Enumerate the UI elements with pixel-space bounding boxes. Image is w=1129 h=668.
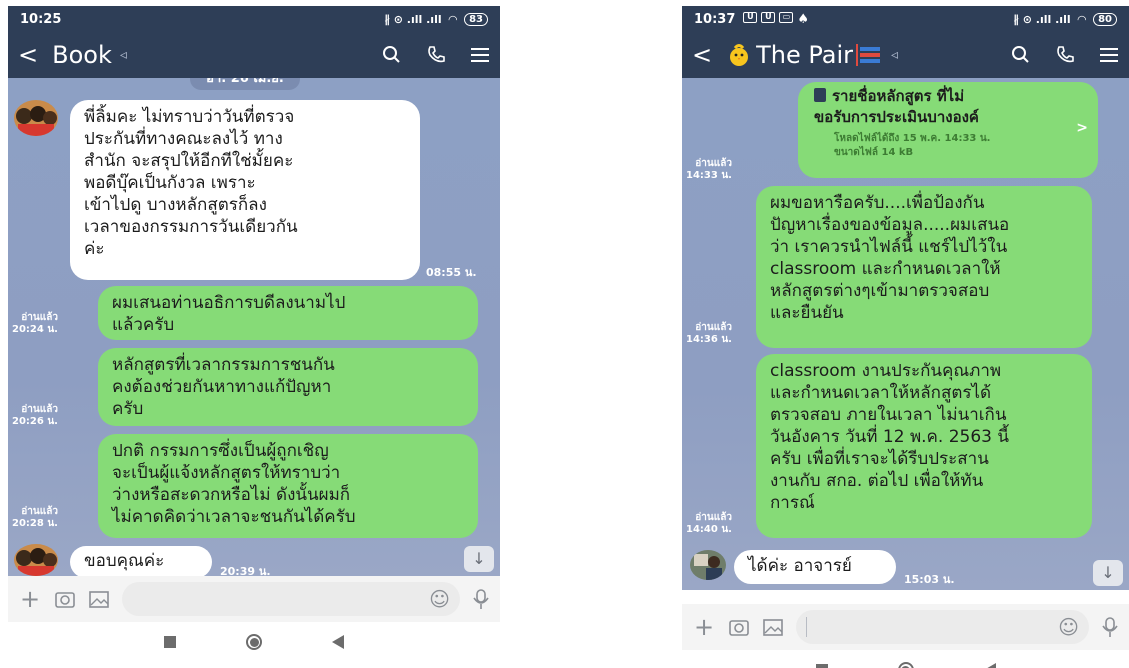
- read-receipt: อ่านแล้ว 20:24 น.: [12, 312, 58, 335]
- message-bubble[interactable]: ผมขอหารือครับ....เพื่อป้องกัน ปัญหาเรื่อ…: [756, 186, 1092, 348]
- message-time: 15:03 น.: [904, 573, 955, 586]
- message-text: ได้ค่ะ อาจารย์: [748, 556, 852, 576]
- back-icon[interactable]: <: [18, 41, 38, 69]
- message-bubble[interactable]: ได้ค่ะ อาจารย์: [734, 550, 896, 584]
- read-receipt: อ่านแล้ว 14:36 น.: [686, 322, 732, 345]
- status-bar: 10:25 ∦ ⊙ .ıll .ıll ◠ 83: [8, 6, 500, 32]
- status-icons: ∦ ⊙ .ıll .ıll ◠ 83: [384, 12, 488, 26]
- bell-icon: ♠: [797, 11, 810, 27]
- file-name: รายชื่อหลักสูตร ที่ไม่ ขอรับการประเมินบา…: [814, 87, 979, 126]
- read-receipt: อ่านแล้ว 14:40 น.: [686, 512, 732, 535]
- wifi-icon: ◠: [448, 12, 458, 26]
- message-text: ขอบคุณค่ะ: [84, 551, 165, 571]
- file-message[interactable]: รายชื่อหลักสูตร ที่ไม่ ขอรับการประเมินบา…: [798, 82, 1098, 178]
- message-bubble[interactable]: ผมเสนอท่านอธิการบดีลงนามไป แล้วครับ: [98, 286, 478, 340]
- message-input-bar: + ☺: [8, 576, 500, 622]
- message-bubble[interactable]: classroom งานประกันคุณภาพ และกำหนดเวลาให…: [756, 354, 1092, 538]
- text-cursor: [806, 617, 807, 637]
- image-icon[interactable]: [762, 617, 784, 637]
- chat-header: < The Pair ◃: [682, 32, 1129, 78]
- plus-icon[interactable]: +: [692, 613, 716, 641]
- signal-icons: ∦ ⊙ .ıll .ıll: [1013, 12, 1071, 26]
- search-icon[interactable]: [382, 45, 402, 65]
- message-bubble[interactable]: ปกติ กรรมการซึ่งเป็นผู้ถูกเชิญ จะเป็นผู้…: [98, 434, 478, 538]
- message-text: หลักสูตรที่เวลากรรมการชนกัน คงต้องช่วยกั…: [112, 355, 335, 419]
- scroll-down-button[interactable]: ↓: [464, 546, 494, 572]
- emoji-icon[interactable]: ☺: [429, 587, 450, 611]
- microphone-icon[interactable]: [1101, 616, 1119, 638]
- chat-area[interactable]: อา. 26 เม.ย. พี่ลิ้มคะ ไม่ทราบว่าวันที่ต…: [8, 78, 500, 576]
- phone-call-icon[interactable]: [1055, 45, 1075, 65]
- status-time: 10:25: [20, 11, 62, 27]
- image-icon[interactable]: [88, 589, 110, 609]
- mute-icon: ◃: [119, 47, 127, 63]
- date-chip: อา. 26 เม.ย.: [190, 78, 300, 90]
- menu-icon[interactable]: [470, 46, 490, 64]
- back-icon[interactable]: <: [692, 41, 712, 69]
- right-phone-screenshot: 10:37 U U ▭ ♠ ∦ ⊙ .ıll .ıll ◠ 80 < The P…: [682, 6, 1129, 668]
- notification-icons: U U ▭ ♠: [743, 11, 810, 27]
- message-input-bar: + ☺: [682, 604, 1129, 650]
- camera-icon[interactable]: [728, 617, 750, 637]
- file-meta: โหลดไฟล์ได้ถึง 15 พ.ค. 14:33 น. ขนาดไฟล์…: [834, 133, 991, 158]
- microphone-icon[interactable]: [472, 588, 490, 610]
- nav-back-icon[interactable]: [332, 635, 344, 649]
- phone-call-icon[interactable]: [426, 45, 446, 65]
- message-input[interactable]: ☺: [796, 610, 1089, 644]
- home-icon[interactable]: [246, 634, 262, 650]
- message-bubble[interactable]: พี่ลิ้มคะ ไม่ทราบว่าวันที่ตรวจ ประกันที่…: [70, 100, 420, 280]
- battery-icon: 80: [1093, 12, 1117, 26]
- contact-avatar[interactable]: [14, 100, 58, 136]
- read-receipt: อ่านแล้ว 14:33 น.: [686, 158, 732, 181]
- chick-group-icon: [730, 44, 749, 66]
- recents-icon[interactable]: [815, 664, 828, 668]
- chat-header: < Book ◃: [8, 32, 500, 78]
- home-icon[interactable]: [897, 662, 914, 668]
- status-time: 10:37: [694, 11, 736, 27]
- message-bubble[interactable]: หลักสูตรที่เวลากรรมการชนกัน คงต้องช่วยกั…: [98, 348, 478, 426]
- plus-icon[interactable]: +: [18, 585, 42, 613]
- contact-avatar[interactable]: [14, 544, 58, 576]
- message-time: 20:39 น.: [220, 565, 271, 576]
- wifi-icon: ◠: [1077, 12, 1087, 26]
- file-title-row: รายชื่อหลักสูตร ที่ไม่ ขอรับการประเมินบา…: [814, 86, 1082, 128]
- chat-title: Book: [52, 41, 112, 69]
- message-text: ผมขอหารือครับ....เพื่อป้องกัน ปัญหาเรื่อ…: [770, 193, 1010, 323]
- chevron-right-icon[interactable]: >: [1076, 120, 1088, 136]
- signal-icons: ∦ ⊙ .ıll .ıll: [384, 12, 442, 26]
- scroll-down-button[interactable]: ↓: [1093, 560, 1123, 586]
- battery-icon: 83: [464, 12, 488, 26]
- flag-icon: [856, 44, 881, 66]
- notification-icon: U: [761, 11, 776, 23]
- document-icon: [814, 88, 826, 102]
- status-icons: ∦ ⊙ .ıll .ıll ◠ 80: [1013, 12, 1117, 26]
- message-text: ปกติ กรรมการซึ่งเป็นผู้ถูกเชิญ จะเป็นผู้…: [112, 441, 356, 527]
- left-phone-screenshot: 10:25 ∦ ⊙ .ıll .ıll ◠ 83 < Book ◃ อา. 26…: [8, 6, 500, 666]
- recents-icon[interactable]: [164, 636, 176, 648]
- message-text: พี่ลิ้มคะ ไม่ทราบว่าวันที่ตรวจ ประกันที่…: [84, 107, 298, 259]
- message-bubble[interactable]: ขอบคุณค่ะ: [70, 546, 212, 576]
- camera-icon[interactable]: [54, 589, 76, 609]
- notification-icon: U: [743, 11, 758, 23]
- mute-icon: ◃: [891, 47, 899, 63]
- chat-title: The Pair: [756, 41, 854, 69]
- message-time: 08:55 น.: [426, 266, 477, 279]
- read-receipt: อ่านแล้ว 20:26 น.: [12, 404, 58, 427]
- emoji-icon[interactable]: ☺: [1058, 615, 1079, 639]
- notification-icon: ▭: [779, 11, 794, 23]
- message-input[interactable]: ☺: [122, 582, 460, 616]
- nav-back-icon[interactable]: [983, 663, 996, 668]
- read-receipt: อ่านแล้ว 20:28 น.: [12, 506, 58, 529]
- status-bar: 10:37 U U ▭ ♠ ∦ ⊙ .ıll .ıll ◠ 80: [682, 6, 1129, 32]
- android-nav-bar: [682, 650, 1129, 668]
- menu-icon[interactable]: [1099, 46, 1119, 64]
- contact-avatar[interactable]: [690, 550, 726, 580]
- android-nav-bar: [8, 622, 500, 662]
- message-text: ผมเสนอท่านอธิการบดีลงนามไป แล้วครับ: [112, 293, 346, 335]
- search-icon[interactable]: [1011, 45, 1031, 65]
- chat-area[interactable]: อ่านแล้ว 14:33 น. รายชื่อหลักสูตร ที่ไม่…: [682, 78, 1129, 590]
- message-text: classroom งานประกันคุณภาพ และกำหนดเวลาให…: [770, 361, 1010, 513]
